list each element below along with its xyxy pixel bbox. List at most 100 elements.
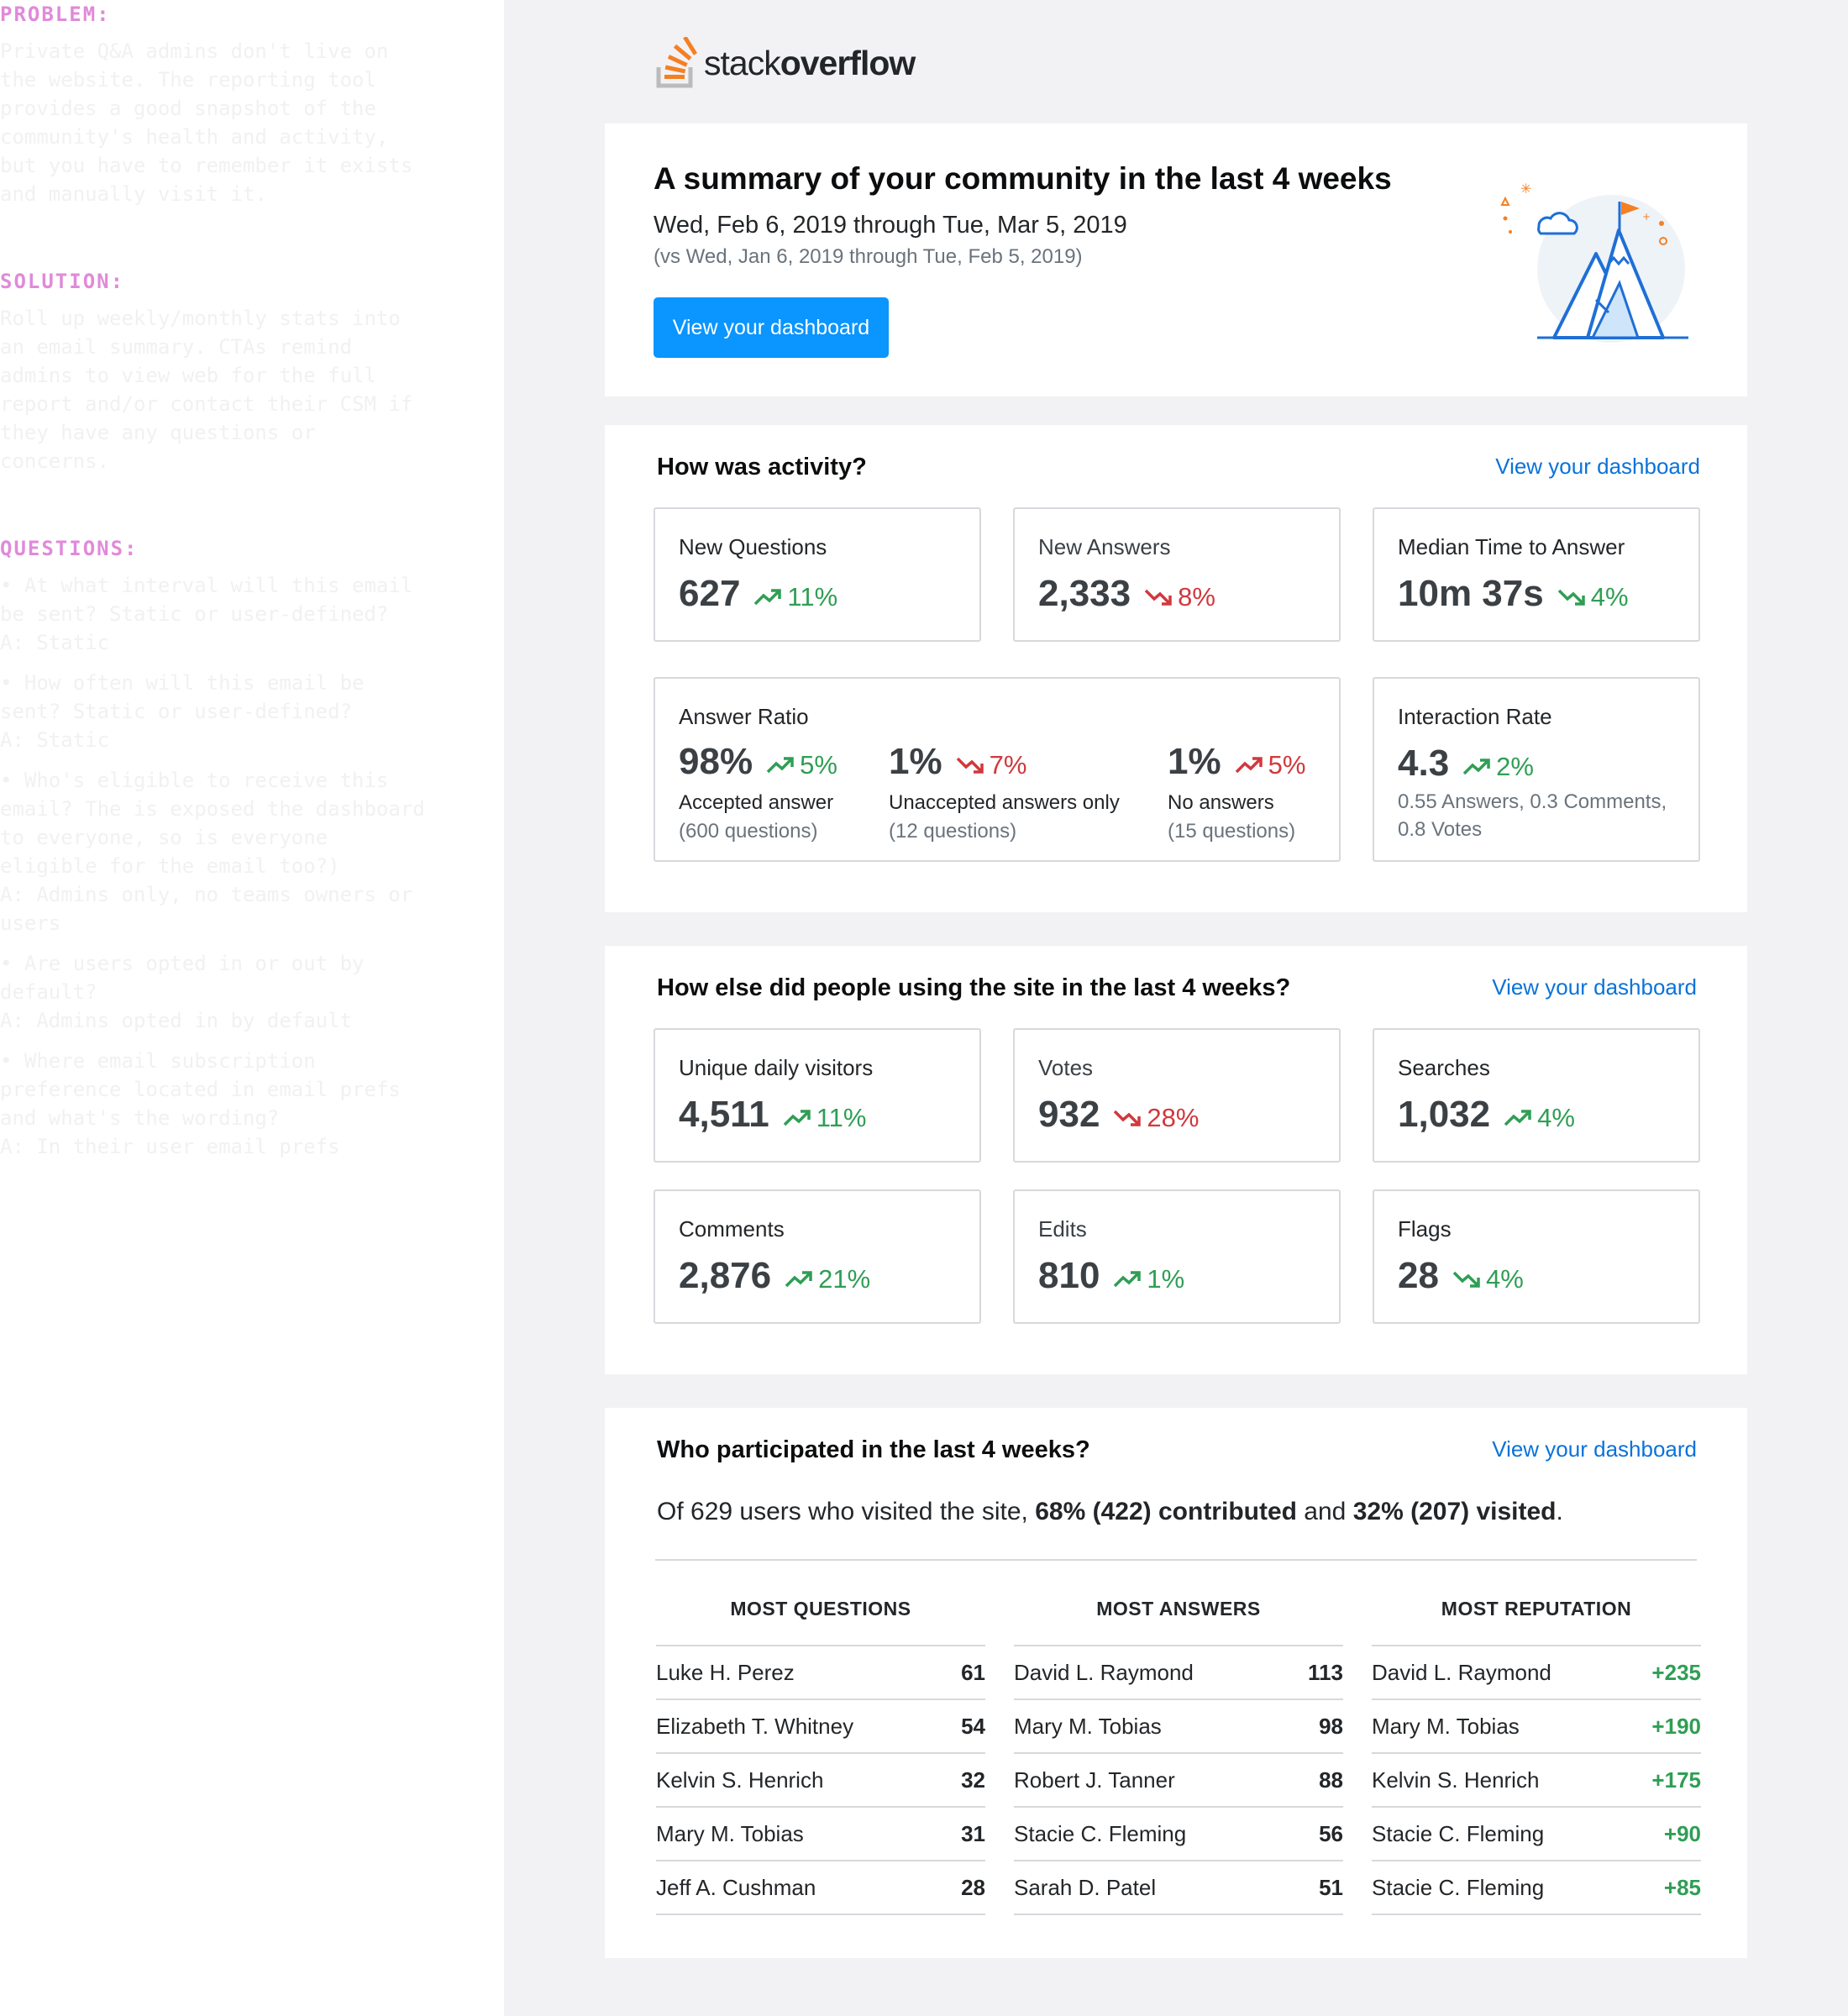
- stat-label: Comments: [679, 1216, 785, 1242]
- trend-percent: 11%: [816, 1103, 867, 1132]
- view-dashboard-button[interactable]: View your dashboard: [654, 297, 889, 358]
- mountain-flag-illustration: ✳ +: [1500, 181, 1688, 343]
- solution-heading: SOLUTION:: [0, 270, 125, 293]
- stat-value: 4,511: [679, 1094, 769, 1135]
- trend-up: 5%: [766, 750, 837, 780]
- user-name[interactable]: Mary M. Tobias: [1372, 1714, 1520, 1740]
- user-name[interactable]: David L. Raymond: [1372, 1660, 1551, 1686]
- user-count: 32: [961, 1767, 985, 1793]
- stat-votes: Votes 932 28%: [1013, 1028, 1341, 1163]
- trend-percent: 7%: [989, 750, 1027, 780]
- table-row: Robert J. Tanner 88: [1014, 1754, 1343, 1808]
- stat-label: Searches: [1398, 1055, 1490, 1080]
- trend-up: 2%: [1462, 752, 1534, 782]
- trend-percent: 21%: [818, 1264, 871, 1294]
- logo-word-bold: overflow: [780, 43, 916, 82]
- user-name[interactable]: Robert J. Tanner: [1014, 1767, 1175, 1793]
- svg-text:✳: ✳: [1520, 181, 1531, 197]
- stat-new-answers: New Answers 2,333 8%: [1013, 507, 1341, 642]
- stat-new-questions: New Questions 627 11%: [654, 507, 981, 642]
- trend-percent: 4%: [1485, 1264, 1524, 1294]
- user-name[interactable]: Elizabeth T. Whitney: [656, 1714, 853, 1740]
- user-name[interactable]: Sarah D. Patel: [1014, 1875, 1156, 1901]
- trend-percent: 11%: [787, 582, 838, 612]
- trend-up-icon: [1235, 757, 1263, 774]
- ratio-label: No answers: [1168, 791, 1274, 814]
- table-row: David L. Raymond +235: [1372, 1646, 1701, 1700]
- trend-up-icon: [1462, 759, 1490, 775]
- table-row: Kelvin S. Henrich 32: [656, 1754, 985, 1808]
- usage-dashboard-link[interactable]: View your dashboard: [1492, 974, 1697, 1000]
- user-count: 88: [1319, 1767, 1343, 1793]
- stat-value: 10m 37s: [1398, 573, 1544, 614]
- table-row: Jeff A. Cushman 28: [656, 1861, 985, 1915]
- user-name[interactable]: Stacie C. Fleming: [1372, 1821, 1544, 1847]
- user-count: 98: [1319, 1713, 1343, 1739]
- trend-up-icon: [766, 757, 794, 774]
- activity-dashboard-link[interactable]: View your dashboard: [1495, 454, 1700, 480]
- question-item: • How often will this email be sent? Sta…: [0, 671, 365, 752]
- notes-panel: PROBLEM: Private Q&A admins don't live o…: [0, 0, 504, 2016]
- user-name[interactable]: Mary M. Tobias: [656, 1821, 804, 1847]
- ratio-count: (12 questions): [889, 820, 1017, 843]
- user-name[interactable]: Luke H. Perez: [656, 1660, 795, 1686]
- stat-value: 2,333: [1038, 573, 1131, 614]
- leaderboard-most-questions: MOST QUESTIONS Luke H. Perez 61 Elizabeth…: [656, 1594, 985, 1915]
- trend-percent: 4%: [1537, 1103, 1575, 1132]
- user-name[interactable]: David L. Raymond: [1014, 1660, 1194, 1686]
- reputation-gain: +190: [1651, 1713, 1701, 1739]
- leaderboard-heading: MOST REPUTATION: [1372, 1594, 1701, 1646]
- ratio-count: (15 questions): [1168, 820, 1296, 843]
- stat-value: 810: [1038, 1255, 1100, 1296]
- table-row: Mary M. Tobias 31: [656, 1808, 985, 1861]
- user-count: 51: [1319, 1874, 1343, 1900]
- divider: [655, 1559, 1697, 1561]
- participation-title: Who participated in the last 4 weeks?: [657, 1436, 1090, 1463]
- trend-up: 1%: [1113, 1264, 1184, 1294]
- participation-card: Who participated in the last 4 weeks? Vi…: [605, 1408, 1747, 1958]
- question-item: • Are users opted in or out by default? …: [0, 952, 365, 1032]
- svg-text:+: +: [1642, 211, 1651, 223]
- table-row: Sarah D. Patel 51: [1014, 1861, 1343, 1915]
- user-name[interactable]: Jeff A. Cushman: [656, 1875, 816, 1901]
- stat-label: Answer Ratio: [679, 704, 809, 729]
- user-count: 28: [961, 1874, 985, 1900]
- trend-down-icon: [1452, 1271, 1480, 1288]
- table-row: Elizabeth T. Whitney 54: [656, 1700, 985, 1754]
- table-row: Mary M. Tobias 98: [1014, 1700, 1343, 1754]
- leaderboard-most-answers: MOST ANSWERS David L. Raymond 113 Mary M.…: [1014, 1594, 1343, 1915]
- stat-flags: Flags 28 4%: [1373, 1189, 1700, 1324]
- table-row: Mary M. Tobias +190: [1372, 1700, 1701, 1754]
- user-count: 31: [961, 1820, 985, 1846]
- ratio-accepted: 98% 5% Accepted answer (600 questions): [679, 741, 837, 843]
- ratio-count: (600 questions): [679, 820, 818, 843]
- table-row: David L. Raymond 113: [1014, 1646, 1343, 1700]
- user-name[interactable]: Kelvin S. Henrich: [1372, 1767, 1539, 1793]
- user-name[interactable]: Stacie C. Fleming: [1014, 1821, 1186, 1847]
- problem-section: PROBLEM: Private Q&A admins don't live o…: [0, 0, 470, 208]
- trend-percent: 2%: [1496, 752, 1534, 781]
- stat-value: 98%: [679, 741, 753, 782]
- hero-date-range: Wed, Feb 6, 2019 through Tue, Mar 5, 201…: [654, 212, 1127, 239]
- ratio-no-answers: 1% 5% No answers (15 questions): [1168, 741, 1305, 843]
- user-name[interactable]: Mary M. Tobias: [1014, 1714, 1162, 1740]
- reputation-gain: +90: [1663, 1820, 1701, 1846]
- reputation-gain: +235: [1651, 1659, 1701, 1685]
- trend-up: 21%: [785, 1264, 870, 1294]
- stat-label: Votes: [1038, 1055, 1094, 1080]
- trend-up-icon: [1114, 1271, 1142, 1288]
- leaderboard-heading: MOST QUESTIONS: [656, 1594, 985, 1646]
- hero-title: A summary of your community in the last …: [654, 161, 1392, 196]
- stackoverflow-logo[interactable]: stackoverflow: [655, 34, 916, 92]
- user-name[interactable]: Kelvin S. Henrich: [656, 1767, 823, 1793]
- user-name[interactable]: Stacie C. Fleming: [1372, 1875, 1544, 1901]
- participation-dashboard-link[interactable]: View your dashboard: [1492, 1436, 1697, 1462]
- summary-mid: and: [1296, 1498, 1353, 1525]
- trend-up: 11%: [753, 582, 837, 612]
- ratio-label: Accepted answer: [679, 791, 834, 814]
- summary-hero-card: A summary of your community in the last …: [605, 123, 1747, 396]
- leaderboard-heading: MOST ANSWERS: [1014, 1594, 1343, 1646]
- trend-percent: 5%: [800, 750, 837, 780]
- summary-post: .: [1556, 1498, 1563, 1525]
- stat-unique-visitors: Unique daily visitors 4,511 11%: [654, 1028, 981, 1163]
